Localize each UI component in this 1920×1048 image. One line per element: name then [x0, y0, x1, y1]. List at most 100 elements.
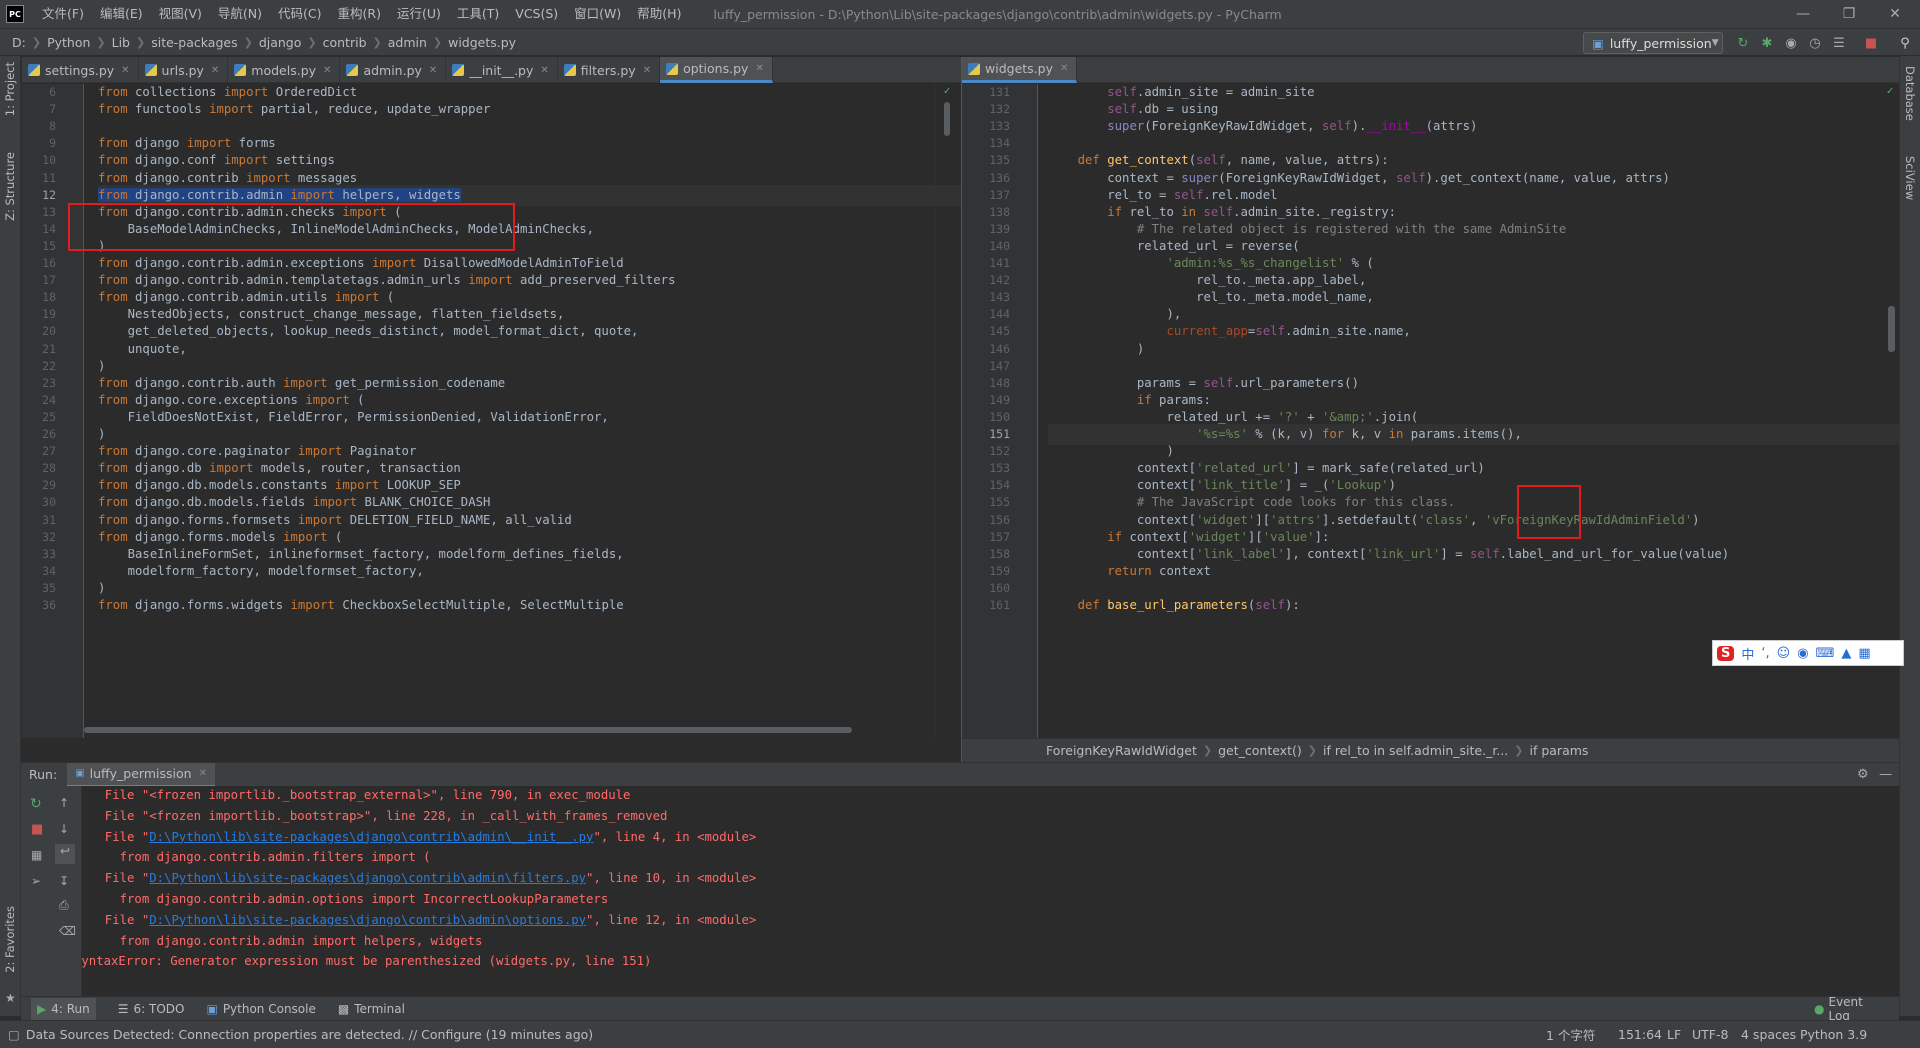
code-breadcrumb-item[interactable]: if params — [1529, 743, 1588, 758]
breadcrumb-item[interactable]: Lib — [112, 35, 130, 50]
file-link[interactable]: D:\Python\lib\site-packages\django\contr… — [149, 830, 593, 844]
menu-item-5[interactable]: 重构(R) — [330, 0, 389, 28]
rerun-icon[interactable]: ↻ — [1735, 35, 1751, 51]
menu-item-7[interactable]: 工具(T) — [449, 0, 507, 28]
tab-models-py[interactable]: models.py ✕ — [228, 57, 341, 83]
concurrency-icon[interactable]: ☰ — [1831, 35, 1847, 51]
close-tab-icon[interactable]: ✕ — [540, 65, 548, 76]
title-bar: PC 文件(F) 编辑(E) 视图(V) 导航(N) 代码(C) 重构(R) 运行(U) 工具… — [0, 0, 1920, 28]
panel-toggle-icon[interactable]: ▢ — [8, 1027, 20, 1042]
breadcrumb-item[interactable]: Python — [47, 35, 90, 50]
close-tab-icon[interactable]: ✕ — [755, 63, 763, 74]
hide-panel-icon[interactable]: — — [1879, 767, 1892, 782]
breadcrumb-item[interactable]: D: — [12, 35, 26, 50]
database-tool-tab[interactable]: Database — [1903, 66, 1917, 121]
menu-item-9[interactable]: 窗口(W) — [566, 0, 629, 28]
rerun-icon[interactable]: ↻ — [30, 796, 42, 812]
skin-icon[interactable]: ▲ — [1841, 646, 1851, 661]
run-configuration-select[interactable]: ▣ luffy_permission ▼ — [1583, 32, 1723, 54]
file-link[interactable]: D:\Python\lib\site-packages\django\contr… — [149, 871, 586, 885]
event-log-icon: ● — [1814, 1001, 1825, 1016]
soft-wrap-icon[interactable]: ↩ — [55, 844, 75, 864]
python-interpreter[interactable]: Python 3.9 — [1800, 1027, 1890, 1042]
tab-settings-py[interactable]: settings.py ✕ — [22, 57, 139, 83]
structure-tool-tab[interactable]: Z: Structure — [3, 152, 17, 221]
restore-icon[interactable]: ❐ — [1826, 0, 1872, 28]
punctuation-icon[interactable]: ‘, — [1761, 646, 1769, 661]
code-line[interactable]: from django.forms.widgets import Checkbo… — [98, 595, 961, 616]
run-tool-tab[interactable]: ▶ 4: Run — [31, 997, 96, 1020]
menu-item-2[interactable]: 视图(V) — [151, 0, 210, 28]
line-separator[interactable]: LF — [1667, 1027, 1681, 1042]
breadcrumb-item[interactable]: widgets.py — [448, 35, 516, 50]
todo-tool-tab[interactable]: ☰ 6: TODO — [118, 1002, 185, 1016]
left-code-editor[interactable]: ✓ 6 from collections import OrderedDict 7 f… — [22, 84, 961, 738]
favorites-tool-tab[interactable]: 2: Favorites — [3, 906, 17, 973]
breadcrumb-item[interactable]: site-packages — [151, 35, 237, 50]
event-log-tab[interactable]: ● Event Log — [1814, 995, 1877, 1023]
tab-label: urls.py — [161, 62, 204, 78]
breadcrumb-item[interactable]: contrib — [323, 35, 367, 50]
menu-item-0[interactable]: 文件(F) — [34, 0, 92, 28]
tab---init---py[interactable]: __init__.py ✕ — [446, 57, 558, 83]
breadcrumb-item[interactable]: django — [259, 35, 302, 50]
gear-icon[interactable]: ⚙ — [1857, 767, 1869, 782]
menu-item-3[interactable]: 导航(N) — [210, 0, 270, 28]
tab-options-py[interactable]: options.py ✕ — [660, 57, 773, 83]
trash-icon[interactable]: ⌫ — [59, 924, 76, 938]
code-breadcrumb-item[interactable]: get_context() — [1218, 743, 1302, 758]
status-message[interactable]: Data Sources Detected: Connection proper… — [26, 1027, 593, 1042]
tab-urls-py[interactable]: urls.py ✕ — [139, 57, 229, 83]
scroll-to-end-icon[interactable]: ↧ — [59, 874, 69, 888]
menu-item-8[interactable]: VCS(S) — [507, 0, 566, 28]
menu-item-4[interactable]: 代码(C) — [270, 0, 329, 28]
code-breadcrumb-item[interactable]: ForeignKeyRawIdWidget — [1046, 743, 1197, 758]
project-tool-tab[interactable]: 1: Project — [3, 62, 17, 116]
coverage-icon[interactable]: ◉ — [1783, 35, 1799, 51]
up-arrow-icon[interactable]: ↑ — [59, 796, 69, 810]
terminal-tab[interactable]: ▩ Terminal — [338, 1002, 405, 1016]
close-tab-icon[interactable]: ✕ — [643, 65, 651, 76]
debug-icon[interactable]: ✱ — [1759, 35, 1775, 51]
down-arrow-icon[interactable]: ↓ — [59, 822, 69, 836]
close-tab-icon[interactable]: ✕ — [429, 65, 437, 76]
horizontal-scrollbar[interactable] — [84, 727, 852, 733]
breadcrumb-item[interactable]: admin — [388, 35, 427, 50]
pin-icon[interactable]: ➢ — [31, 874, 41, 888]
caret-position[interactable]: 151:64 — [1618, 1027, 1662, 1042]
close-tab-icon[interactable]: ✕ — [323, 65, 331, 76]
tab-filters-py[interactable]: filters.py ✕ — [558, 57, 661, 83]
close-tab-icon[interactable]: ✕ — [1060, 63, 1068, 74]
menu-item-1[interactable]: 编辑(E) — [92, 0, 151, 28]
run-tab[interactable]: ▣ luffy_permission ✕ — [67, 762, 215, 787]
python-console-tab[interactable]: ▣ Python Console — [206, 1002, 315, 1016]
python-file-icon — [144, 64, 157, 76]
sciview-tool-tab[interactable]: SciView — [1903, 156, 1917, 200]
tab-admin-py[interactable]: admin.py ✕ — [340, 57, 447, 83]
layout-icon[interactable]: ▦ — [31, 848, 42, 862]
microphone-icon[interactable]: ◉ — [1797, 646, 1808, 661]
stop-icon[interactable]: ■ — [31, 822, 43, 837]
tab-widgets-py[interactable]: widgets.py ✕ — [962, 57, 1078, 83]
file-link[interactable]: D:\Python\lib\site-packages\django\contr… — [149, 913, 586, 927]
grid-icon[interactable]: ▦ — [1858, 646, 1870, 661]
emoji-icon[interactable]: ☺ — [1777, 646, 1791, 661]
close-window-icon[interactable]: ✕ — [1872, 0, 1918, 28]
search-icon[interactable]: ⚲ — [1897, 35, 1913, 51]
keyboard-icon[interactable]: ⌨ — [1816, 646, 1835, 661]
file-encoding[interactable]: UTF-8 — [1692, 1027, 1728, 1042]
indent-setting[interactable]: 4 spaces — [1741, 1027, 1796, 1042]
print-icon[interactable]: ⎙ — [59, 898, 69, 913]
menu-item-6[interactable]: 运行(U) — [389, 0, 449, 28]
menu-item-10[interactable]: 帮助(H) — [629, 0, 689, 28]
ime-toolbar[interactable]: S 中 ‘, ☺ ◉ ⌨ ▲ ▦ — [1712, 640, 1904, 666]
close-tab-icon[interactable]: ✕ — [121, 65, 129, 76]
stop-icon[interactable]: ■ — [1863, 35, 1879, 51]
code-line[interactable]: def base_url_parameters(self): — [1048, 595, 1899, 616]
run-console-output[interactable]: File "<frozen importlib._bootstrap_exter… — [82, 786, 1899, 996]
minimize-icon[interactable]: — — [1780, 0, 1826, 28]
code-breadcrumb-item[interactable]: if rel_to in self.admin_site._r... — [1323, 743, 1508, 758]
profile-icon[interactable]: ◷ — [1807, 35, 1823, 51]
close-tab-icon[interactable]: ✕ — [211, 65, 219, 76]
close-tab-icon[interactable]: ✕ — [199, 768, 207, 779]
